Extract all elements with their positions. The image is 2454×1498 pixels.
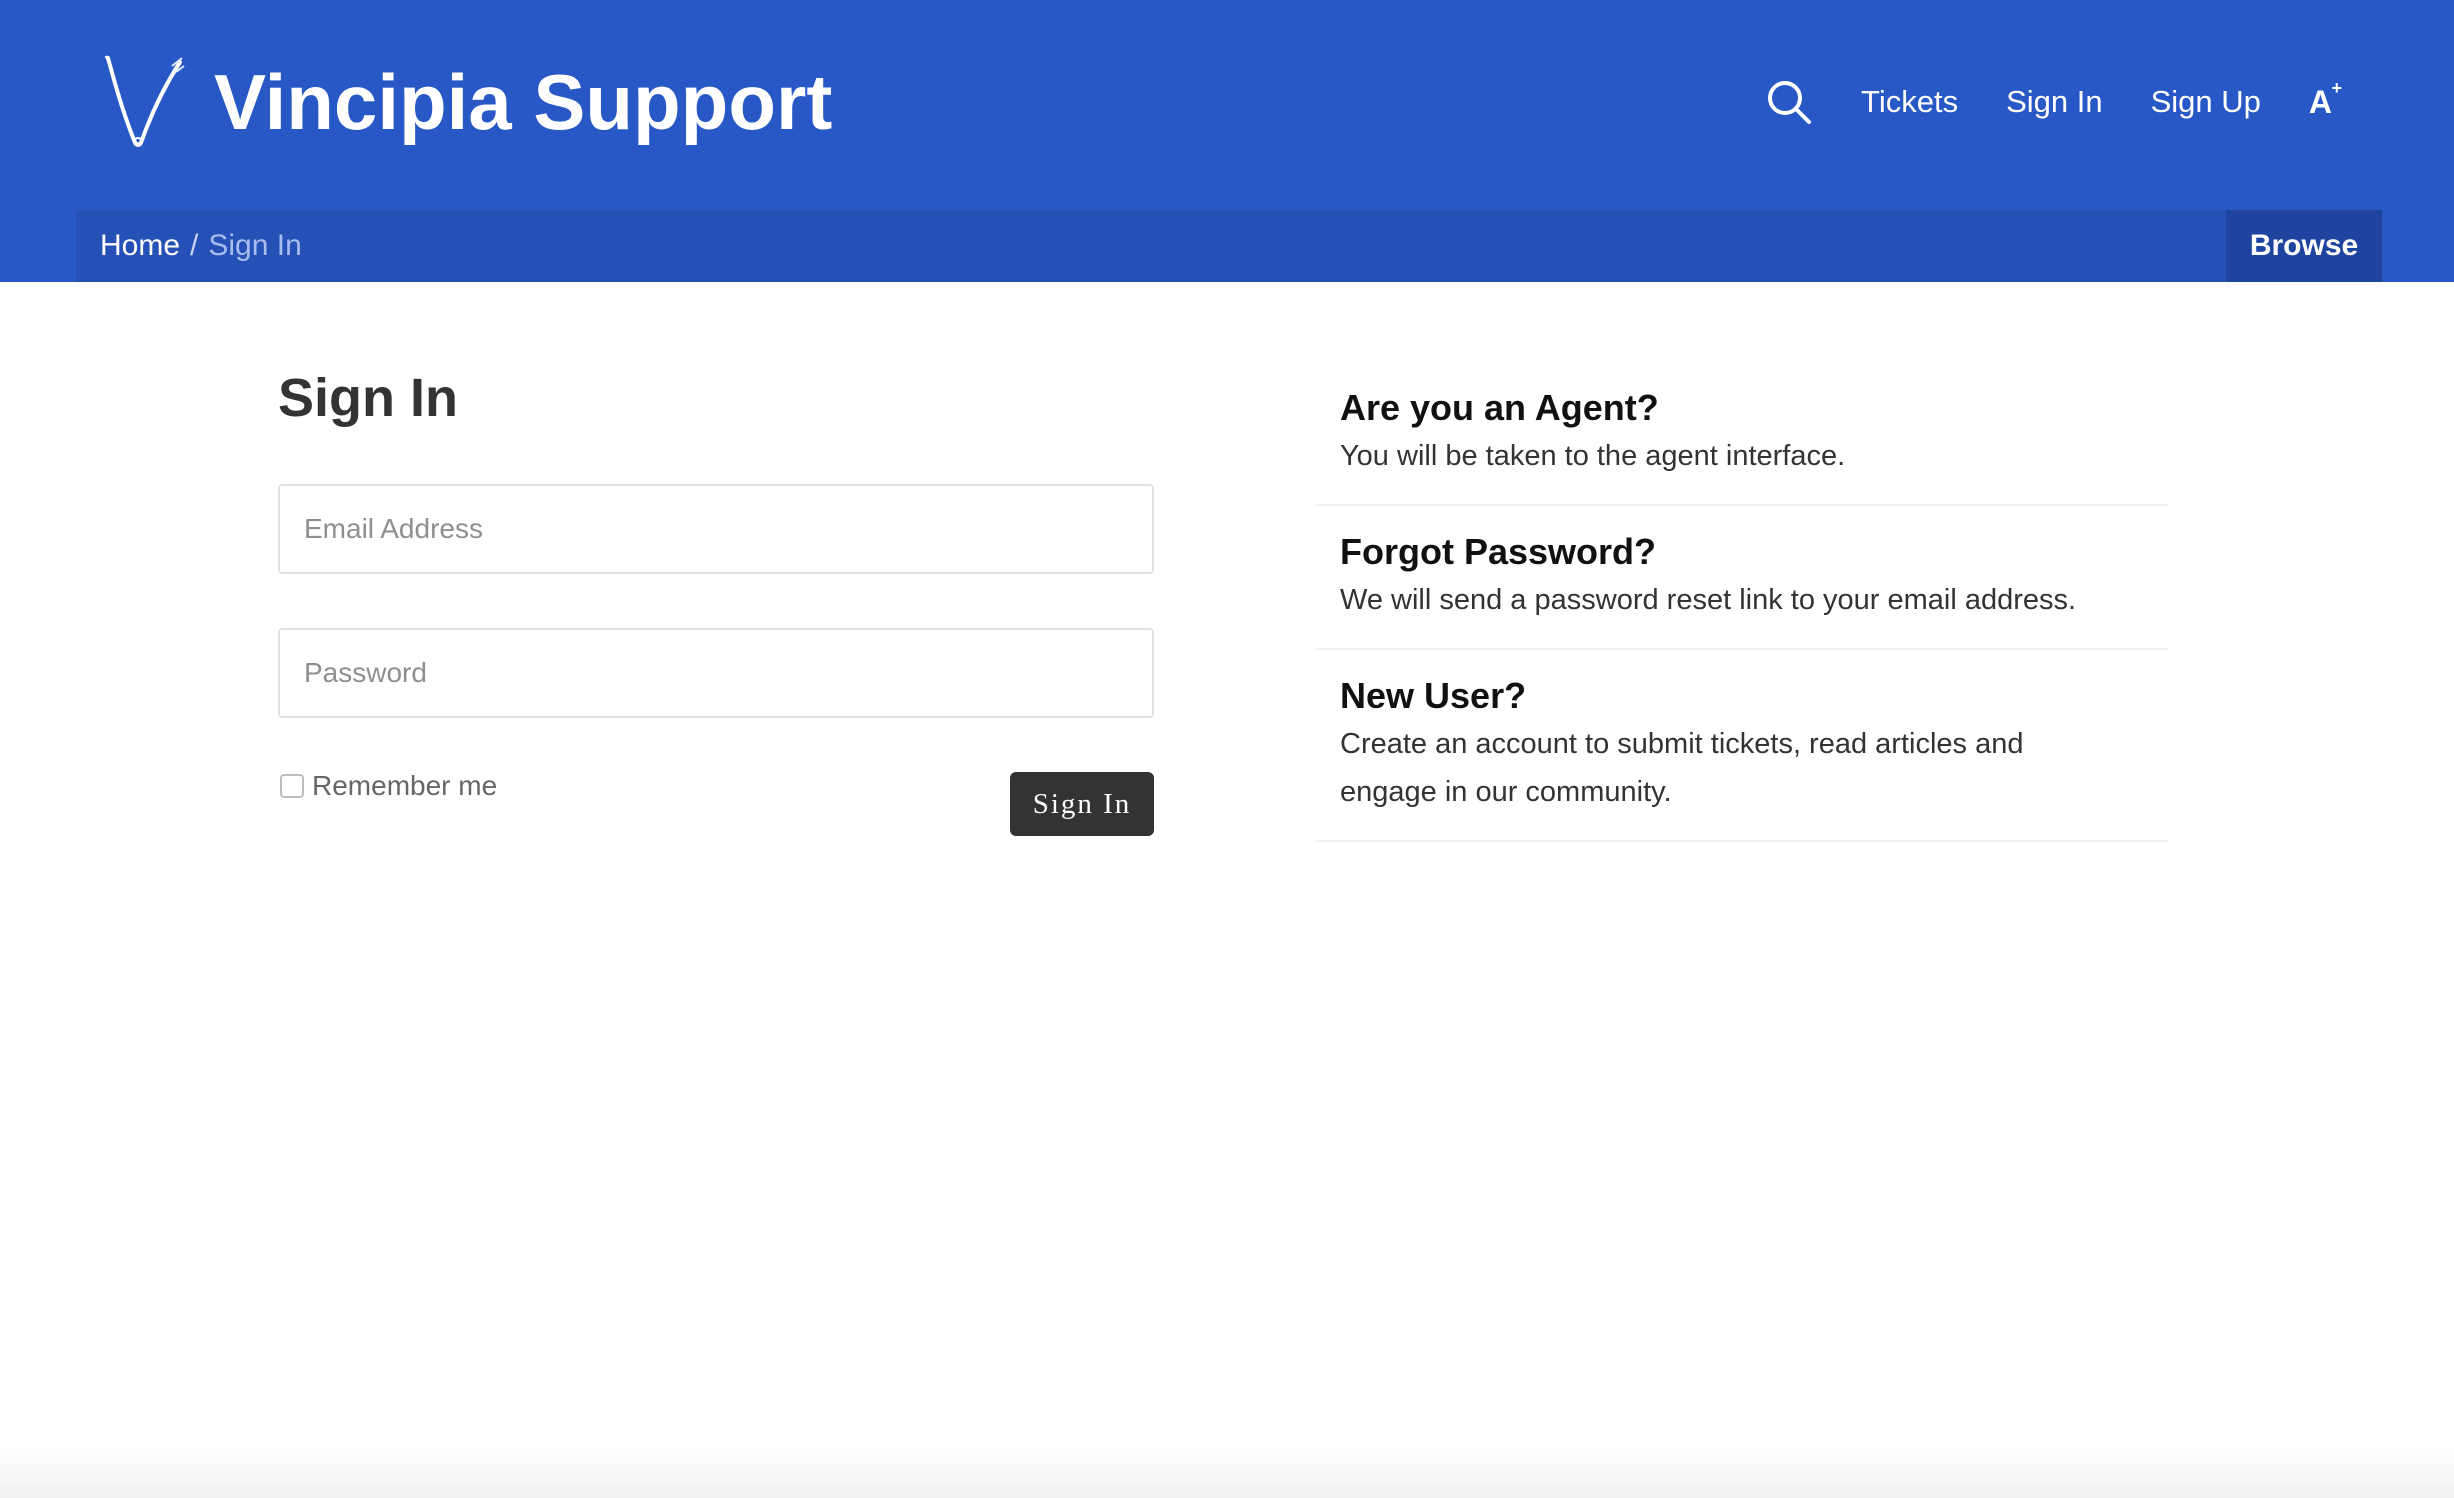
- password-field[interactable]: [278, 628, 1154, 718]
- vincipia-logo-icon[interactable]: [100, 50, 186, 154]
- agent-link[interactable]: Are you an Agent?: [1340, 384, 2144, 432]
- nav-sign-up-link[interactable]: Sign Up: [2151, 84, 2261, 120]
- forgot-password-link[interactable]: Forgot Password?: [1340, 528, 2144, 576]
- breadcrumb-bar: Home / Sign In Browse: [76, 210, 2382, 282]
- breadcrumb-home-link[interactable]: Home: [100, 229, 180, 263]
- email-field[interactable]: [278, 484, 1154, 574]
- browse-button[interactable]: Browse: [2226, 210, 2382, 282]
- breadcrumb-current: Sign In: [208, 229, 302, 262]
- remember-me-label[interactable]: Remember me: [312, 770, 497, 802]
- site-title[interactable]: Vincipia Support: [214, 50, 832, 154]
- info-item-forgot-password: Forgot Password? We will send a password…: [1316, 506, 2168, 650]
- nav-tickets-link[interactable]: Tickets: [1861, 84, 1958, 120]
- info-panel: Are you an Agent? You will be taken to t…: [1316, 364, 2168, 842]
- agent-description: You will be taken to the agent interface…: [1340, 440, 1846, 472]
- remember-me-checkbox[interactable]: [280, 774, 304, 798]
- font-size-plus: +: [2331, 77, 2342, 98]
- bottom-shade: [0, 1450, 2454, 1498]
- font-size-increase-icon[interactable]: A +: [2308, 78, 2342, 121]
- breadcrumb: Home / Sign In: [100, 210, 302, 282]
- search-icon[interactable]: [1765, 78, 1813, 126]
- info-item-agent: Are you an Agent? You will be taken to t…: [1316, 364, 2168, 506]
- new-user-link[interactable]: New User?: [1340, 672, 2144, 720]
- sign-in-button[interactable]: Sign In: [1010, 772, 1154, 836]
- nav-sign-in-link[interactable]: Sign In: [2006, 84, 2103, 120]
- remember-me-row[interactable]: Remember me: [280, 770, 497, 802]
- forgot-password-description: We will send a password reset link to yo…: [1340, 584, 2077, 616]
- breadcrumb-separator: /: [190, 229, 199, 262]
- new-user-description: Create an account to submit tickets, rea…: [1340, 728, 2024, 808]
- font-size-letter: A: [2308, 83, 2332, 120]
- info-item-new-user: New User? Create an account to submit ti…: [1316, 650, 2168, 842]
- top-nav: Tickets Sign In Sign Up A +: [1765, 62, 2342, 142]
- page-title: Sign In: [278, 368, 458, 428]
- site-header: Vincipia Support Tickets Sign In Sign Up…: [0, 0, 2454, 282]
